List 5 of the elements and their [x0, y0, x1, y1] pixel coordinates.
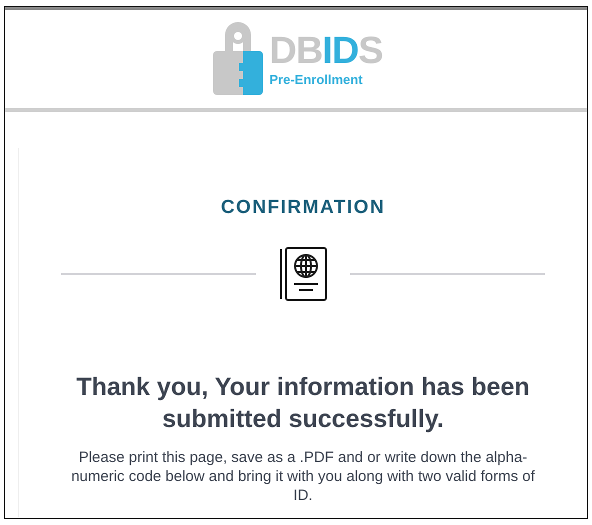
success-heading: Thank you, Your information has been submitted successfully.: [75, 372, 531, 434]
instructions-text: Please print this page, save as a .PDF and or write down the alpha-numeric code below and bring it with you along with two valid forms of ID.: [70, 448, 536, 504]
logo-subtitle: Pre-Enrollment: [269, 73, 364, 86]
confirmation-title: CONFIRMATION: [220, 196, 386, 220]
passport-icon: [278, 246, 328, 300]
